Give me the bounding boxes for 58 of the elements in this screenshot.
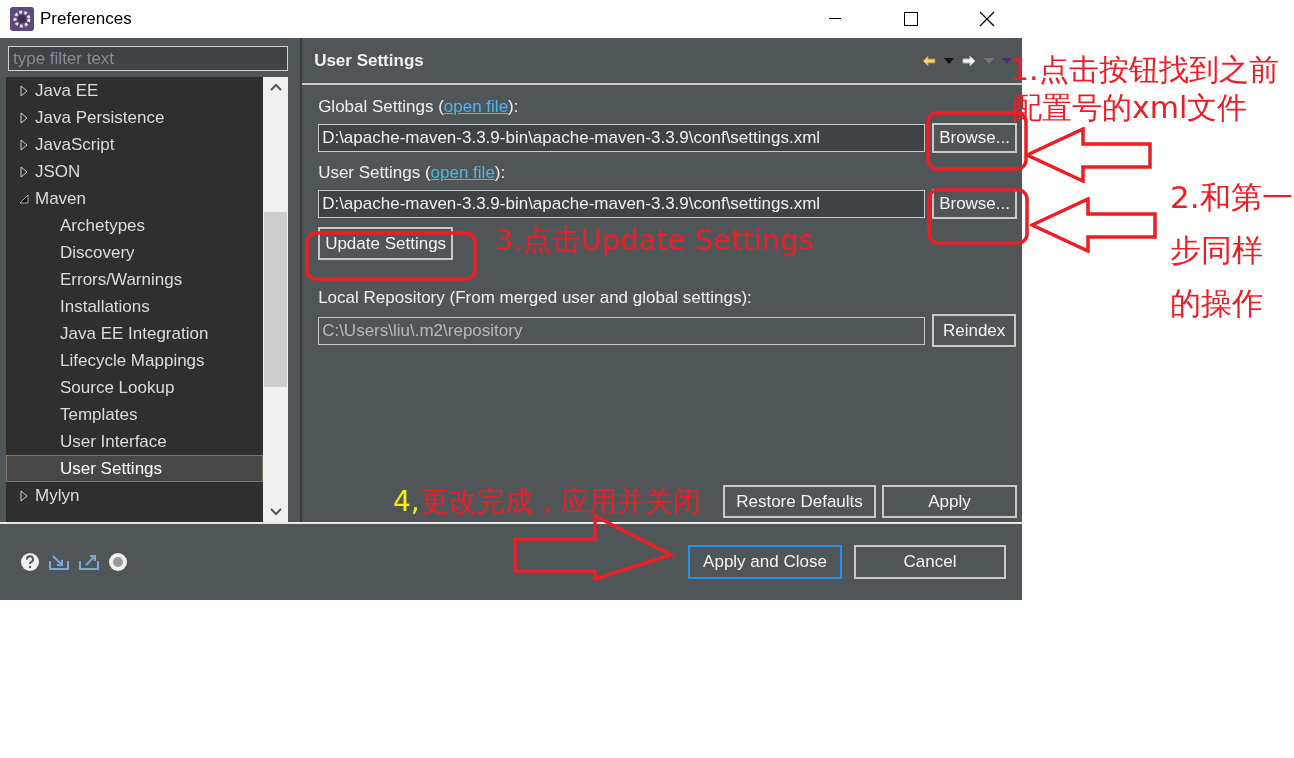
- record-icon[interactable]: [108, 552, 128, 572]
- import-icon[interactable]: [48, 553, 70, 571]
- expanded-arrow-icon[interactable]: [19, 193, 29, 204]
- cancel-button[interactable]: Cancel: [854, 545, 1006, 579]
- tree-item[interactable]: Maven: [6, 185, 264, 212]
- scroll-down-icon[interactable]: [269, 508, 282, 516]
- minimize-icon[interactable]: [829, 18, 841, 20]
- tree-item[interactable]: JSON: [6, 158, 264, 185]
- collapsed-arrow-icon[interactable]: [19, 489, 29, 502]
- tree-item[interactable]: Java Persistence: [6, 104, 264, 131]
- tree-item[interactable]: Templates: [6, 401, 264, 428]
- forward-arrow-icon[interactable]: [962, 54, 976, 67]
- annotation-text: 3.点击Update Settings: [495, 226, 814, 255]
- field-label: Local Repository (From merged user and global settings):: [318, 288, 753, 308]
- left-arrow-icon: [1025, 127, 1153, 183]
- maximize-icon[interactable]: [904, 12, 918, 26]
- scrollbar[interactable]: [263, 77, 289, 522]
- tree-item[interactable]: Java EE Integration: [6, 320, 264, 347]
- tree-item[interactable]: Source Lookup: [6, 374, 264, 401]
- gear-icon: [10, 7, 34, 31]
- export-icon[interactable]: [78, 553, 100, 571]
- annotation-text: 4,: [393, 488, 420, 516]
- help-icon[interactable]: [20, 552, 40, 572]
- collapsed-arrow-icon[interactable]: [19, 165, 29, 178]
- field-label: User Settings (open file):: [318, 163, 507, 183]
- restore-defaults-button[interactable]: Restore Defaults: [723, 485, 876, 518]
- tree-item[interactable]: Java EE: [6, 77, 264, 104]
- annotation-text: 更改完成，应用并关闭: [421, 488, 701, 516]
- settings-path-field[interactable]: D:\apache-maven-3.3.9-bin\apache-maven-3.3.9\conf\settings.xml: [318, 124, 926, 152]
- tree-item[interactable]: Mylyn: [6, 482, 264, 509]
- tree-item[interactable]: User Settings: [6, 455, 264, 482]
- filter-field[interactable]: type filter text: [8, 46, 289, 71]
- settings-path-field[interactable]: D:\apache-maven-3.3.9-bin\apache-maven-3.3.9\conf\settings.xml: [318, 190, 926, 218]
- close-icon[interactable]: [979, 11, 995, 27]
- page-title: User Settings: [314, 50, 424, 71]
- tree-item[interactable]: Errors/Warnings: [6, 266, 264, 293]
- right-arrow-icon: [513, 513, 675, 583]
- field-label: Global Settings (open file):: [318, 97, 520, 117]
- back-arrow-icon[interactable]: [922, 54, 936, 67]
- apply-button[interactable]: Apply: [882, 485, 1017, 518]
- browse-button[interactable]: Browse...: [932, 123, 1017, 153]
- tree-item[interactable]: Installations: [6, 293, 264, 320]
- tree-item[interactable]: JavaScript: [6, 131, 264, 158]
- dropdown-icon[interactable]: [944, 57, 954, 64]
- annotation-text: 2.和第一: [1170, 182, 1293, 213]
- annotation-text: 的操作: [1170, 288, 1263, 319]
- window-title: Preferences: [40, 9, 133, 29]
- collapsed-arrow-icon[interactable]: [19, 84, 29, 97]
- left-arrow-icon: [1030, 197, 1158, 253]
- collapsed-arrow-icon[interactable]: [19, 138, 29, 151]
- tree-item[interactable]: Discovery: [6, 239, 264, 266]
- annotation-text: 步同样: [1170, 235, 1263, 266]
- tree-item[interactable]: User Interface: [6, 428, 264, 455]
- scroll-up-icon[interactable]: [269, 83, 282, 91]
- collapsed-arrow-icon[interactable]: [19, 111, 29, 124]
- tree-item[interactable]: Archetypes: [6, 212, 264, 239]
- apply-and-close-button[interactable]: Apply and Close: [688, 545, 842, 579]
- tree-item[interactable]: Lifecycle Mappings: [6, 347, 264, 374]
